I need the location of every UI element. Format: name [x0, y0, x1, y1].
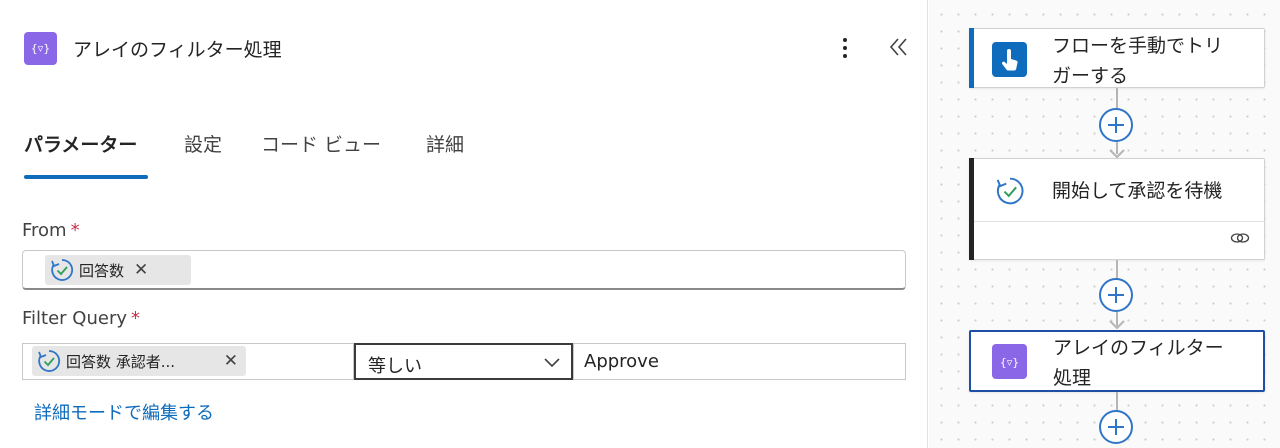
card-divider: [974, 221, 1264, 222]
card-title-line: ガーする: [1052, 65, 1129, 87]
collapse-panel-button[interactable]: [884, 32, 914, 62]
flow-canvas: フローを手動でトリ ガーする 開始して承認を待機 {▿} アレイのフィルター 処…: [929, 0, 1280, 448]
more-dot: [843, 38, 847, 42]
approval-icon: [51, 259, 74, 281]
card-title-line: アレイのフィルター: [1053, 337, 1224, 359]
action-properties-panel: {▿} アレイのフィルター処理 パラメーター 設定 コード ビュー 詳細 Fro…: [0, 0, 928, 448]
tab-code-view[interactable]: コード ビュー: [261, 130, 381, 180]
filter-array-icon: {▿}: [992, 344, 1027, 379]
tab-label: 詳細: [426, 134, 465, 156]
arrow-down-icon: [1109, 149, 1125, 158]
flow-card-manual-trigger[interactable]: フローを手動でトリ ガーする: [969, 28, 1265, 88]
remove-token-icon[interactable]: ✕: [224, 351, 238, 371]
app-root: {▿} アレイのフィルター処理 パラメーター 設定 コード ビュー 詳細 Fro…: [0, 0, 1280, 448]
tab-label: パラメーター: [24, 134, 138, 156]
token-label: 回答数 承認者...: [66, 352, 176, 371]
connector-line: [1116, 88, 1118, 109]
active-tab-indicator: [24, 175, 148, 179]
card-title: フローを手動でトリ ガーする: [1052, 31, 1223, 91]
filter-right-operand-input[interactable]: Approve: [573, 343, 906, 380]
filter-query-label: Filter Query *: [22, 308, 140, 329]
operator-value: 等しい: [368, 356, 422, 377]
tab-label: 設定: [184, 134, 223, 156]
from-input[interactable]: 回答数 ✕: [22, 250, 906, 290]
connector-line: [1116, 392, 1118, 410]
link-icon[interactable]: [1230, 231, 1250, 245]
from-label: From *: [22, 220, 80, 241]
card-title-line: 処理: [1053, 367, 1092, 389]
more-options-button[interactable]: [832, 34, 858, 62]
right-operand-value: Approve: [584, 351, 659, 372]
operator-dropdown[interactable]: 等しい: [354, 343, 573, 380]
card-title: 開始して承認を待機: [1052, 180, 1223, 202]
insert-step-button[interactable]: [1099, 108, 1133, 142]
card-accent: [969, 28, 974, 88]
required-asterisk: *: [70, 220, 80, 241]
approval-icon: [38, 350, 61, 372]
approval-icon: [996, 177, 1024, 205]
from-label-text: From: [22, 220, 67, 241]
manual-trigger-icon: [992, 42, 1027, 77]
chevron-down-icon: [544, 358, 560, 368]
tab-details[interactable]: 詳細: [426, 130, 464, 180]
dynamic-content-token[interactable]: 回答数 承認者... ✕: [32, 346, 246, 376]
svg-text:{▿}: {▿}: [1000, 356, 1020, 369]
tab-settings[interactable]: 設定: [184, 130, 222, 180]
insert-step-button[interactable]: [1099, 278, 1133, 312]
tab-label: コード ビュー: [261, 134, 382, 156]
connector-line: [1116, 260, 1118, 279]
flow-card-filter-array[interactable]: {▿} アレイのフィルター 処理: [969, 330, 1265, 392]
dynamic-content-token[interactable]: 回答数 ✕: [45, 255, 191, 285]
filter-array-icon: {▿}: [24, 32, 57, 65]
filter-left-operand-input[interactable]: 回答数 承認者... ✕: [22, 343, 354, 380]
flow-card-approval[interactable]: 開始して承認を待機: [969, 158, 1265, 260]
filter-query-label-text: Filter Query: [22, 308, 128, 329]
required-asterisk: *: [131, 308, 141, 329]
tab-list: パラメーター 設定 コード ビュー 詳細: [24, 130, 624, 180]
more-dot: [843, 46, 847, 50]
remove-token-icon[interactable]: ✕: [134, 260, 148, 280]
edit-in-advanced-mode-link[interactable]: 詳細モードで編集する: [34, 399, 214, 425]
token-label: 回答数: [79, 261, 125, 280]
card-title: アレイのフィルター 処理: [1053, 333, 1224, 393]
arrow-down-icon: [1109, 320, 1125, 329]
card-accent: [969, 158, 974, 260]
card-title-line: フローを手動でトリ: [1052, 35, 1224, 57]
panel-title: アレイのフィルター処理: [73, 39, 282, 61]
tab-parameters[interactable]: パラメーター: [24, 130, 137, 180]
more-dot: [843, 54, 847, 58]
insert-step-button[interactable]: [1099, 410, 1133, 444]
filter-query-row: 回答数 承認者... ✕ 等しい Approve: [22, 343, 906, 380]
